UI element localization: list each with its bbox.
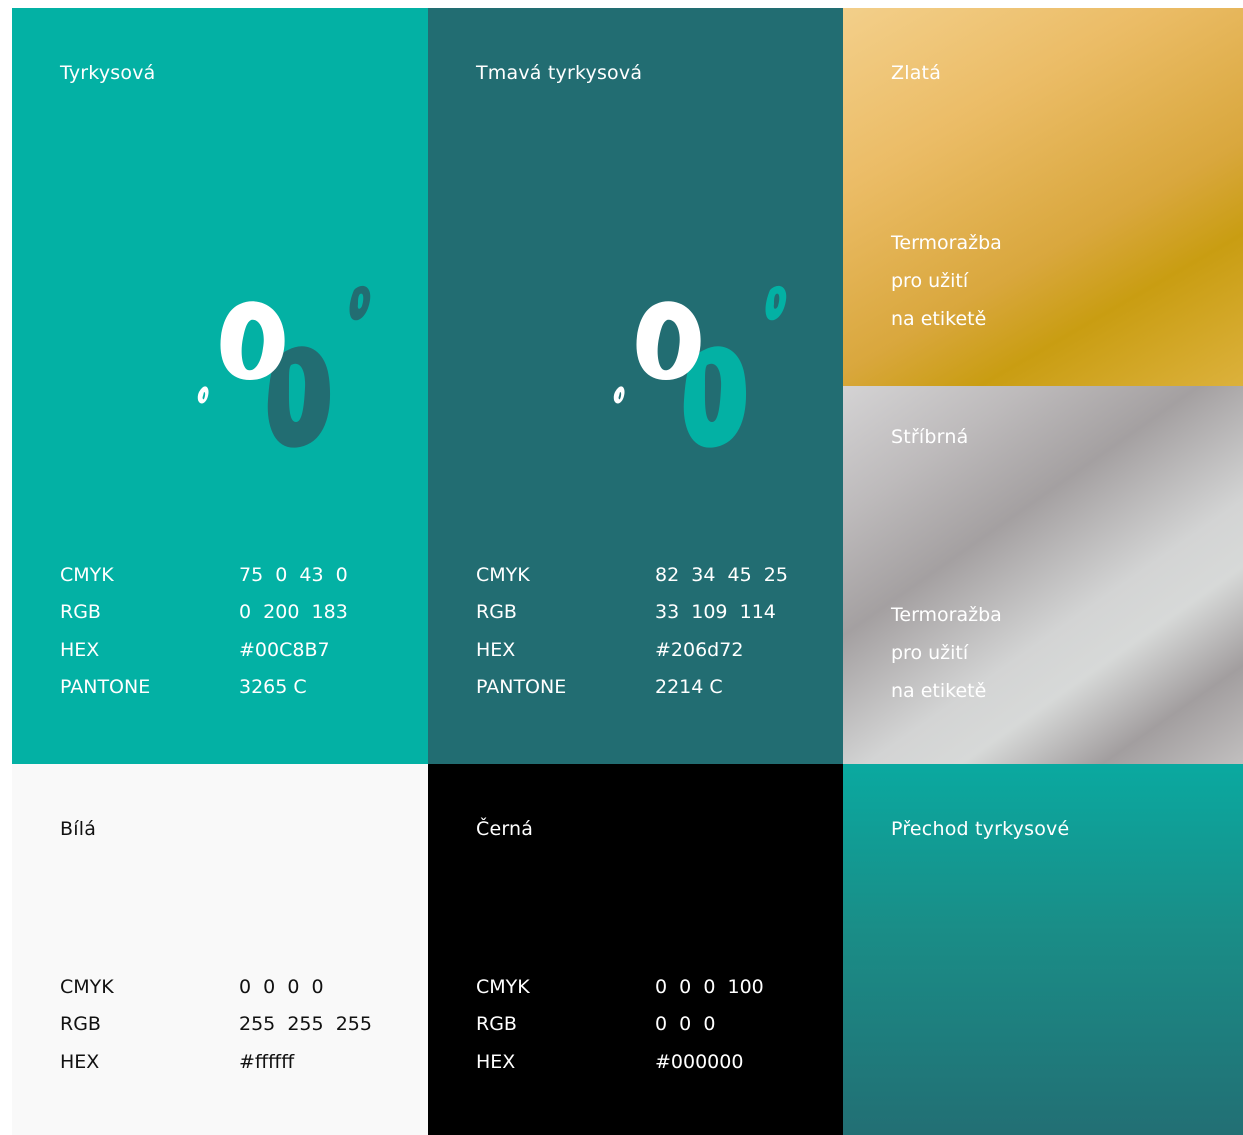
spec-value: 0 0 0 100 (655, 976, 764, 998)
spec-key: CMYK (476, 564, 530, 586)
spec-value: #00C8B7 (239, 638, 330, 661)
hot-foil-note: Termoražba pro užití na etiketě (891, 224, 1002, 338)
tiny-bubble (613, 386, 625, 404)
spec-value: 82 34 45 25 (655, 564, 788, 586)
note-line: pro užití (891, 270, 969, 292)
swatch-title: Zlatá (891, 62, 942, 84)
spec-key: RGB (476, 1013, 517, 1036)
swatch-title: Přechod tyrkysové (891, 818, 1070, 840)
spec-key: HEX (60, 638, 100, 661)
spec-value: 2214 C (655, 675, 723, 698)
spec-value: 0 200 183 (239, 601, 348, 624)
swatch-gold: Zlatá Termoražba pro užití na etiketě (843, 8, 1243, 386)
swatch-silver: Stříbrná Termoražba pro užití na etiketě (843, 386, 1243, 764)
swatch-title: Stříbrná (891, 426, 969, 448)
spec-value: #ffffff (239, 1050, 295, 1073)
swatch-title: Tyrkysová (60, 62, 156, 84)
spec-key: HEX (476, 1050, 516, 1073)
spec-value: 255 255 255 (239, 1013, 372, 1036)
swatch-gradient: Přechod tyrkysové (843, 764, 1243, 1135)
note-line: Termoražba (891, 232, 1002, 254)
swatch-white: Bílá CMYK 0 0 0 0 RGB 255 255 255 HEX #f… (12, 764, 428, 1135)
spec-key: CMYK (60, 564, 114, 586)
swatch-title: Tmavá tyrkysová (476, 62, 643, 84)
spec-value: 33 109 114 (655, 601, 776, 624)
spec-key: PANTONE (476, 675, 567, 698)
bubbles-logo-icon (197, 285, 371, 448)
spec-value: 0 0 0 (655, 1013, 716, 1036)
note-line: na etiketě (891, 680, 987, 702)
spec-key: RGB (60, 1013, 101, 1036)
spec-value: #000000 (655, 1050, 744, 1073)
spec-key: HEX (476, 638, 516, 661)
swatch-title: Bílá (60, 818, 97, 840)
tiny-bubble (197, 386, 209, 404)
swatch-black: Černá CMYK 0 0 0 100 RGB 0 0 0 HEX #0000… (428, 764, 843, 1135)
spec-key: PANTONE (60, 675, 151, 698)
note-line: pro užití (891, 642, 969, 664)
spec-key: CMYK (60, 976, 114, 998)
swatch-turquoise: Tyrkysová CMYK 75 0 43 0 RGB 0 200 183 H… (12, 8, 428, 764)
spec-value: 75 0 43 0 (239, 564, 348, 586)
hot-foil-note: Termoražba pro užití na etiketě (891, 596, 1002, 710)
spec-value: #206d72 (655, 638, 744, 661)
spec-key: RGB (60, 601, 101, 624)
bubbles-logo-icon (613, 285, 787, 448)
note-line: Termoražba (891, 604, 1002, 626)
spec-key: CMYK (476, 976, 530, 998)
spec-key: HEX (60, 1050, 100, 1073)
spec-value: 3265 C (239, 675, 307, 698)
swatch-title: Černá (476, 818, 534, 840)
swatch-dark-turquoise: Tmavá tyrkysová CMYK 82 34 45 25 RGB 33 … (428, 8, 843, 764)
spec-value: 0 0 0 0 (239, 976, 324, 998)
note-line: na etiketě (891, 308, 987, 330)
spec-key: RGB (476, 601, 517, 624)
